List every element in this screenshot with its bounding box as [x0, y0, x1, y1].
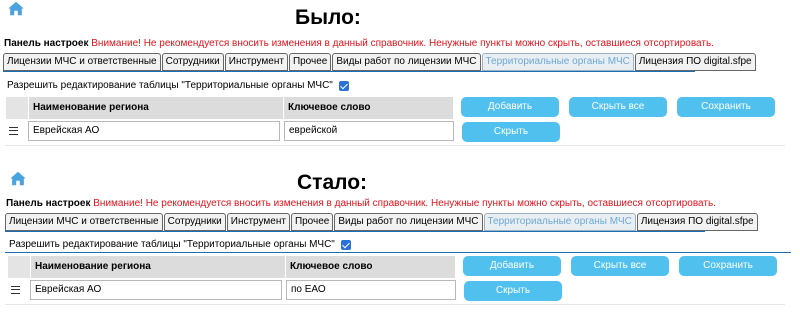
tab-other[interactable]: Прочее	[290, 213, 334, 231]
tab-employees[interactable]: Сотрудники	[163, 213, 226, 231]
keyword-input[interactable]: по ЕАО	[286, 280, 456, 300]
tab-bar: Лицензии МЧС и ответственные Сотрудники …	[3, 53, 757, 71]
tab-other[interactable]: Прочее	[288, 53, 332, 71]
hide-all-button[interactable]: Скрыть все	[569, 97, 667, 117]
tab-underline	[3, 71, 695, 72]
allow-edit-checkbox[interactable]	[340, 239, 351, 250]
tab-tools[interactable]: Инструмент	[224, 53, 288, 71]
region-input[interactable]: Еврейская АО	[30, 280, 282, 300]
panel-label: Панель настроек	[6, 198, 91, 209]
tab-employees[interactable]: Сотрудники	[161, 53, 224, 71]
tab-software-license[interactable]: Лицензия ПО digital.sfpe	[636, 213, 758, 231]
section-after: Стало: Панель настроек Внимание! Не реко…	[0, 168, 800, 317]
save-button[interactable]: Сохранить	[677, 97, 775, 117]
tab-territorial-bodies[interactable]: Территориальные органы МЧС	[481, 53, 634, 71]
allow-edit-row: Разрешить редактирование таблицы "Террит…	[7, 80, 349, 91]
section-title: Стало:	[297, 171, 368, 194]
save-button[interactable]: Сохранить	[679, 256, 777, 276]
tab-licenses[interactable]: Лицензии МЧС и ответственные	[3, 53, 161, 71]
add-button[interactable]: Добавить	[461, 97, 559, 117]
section-before: Было: Панель настроек Внимание! Не реком…	[0, 0, 800, 150]
warning-text: Внимание! Не рекомендуется вносить измен…	[91, 38, 714, 49]
panel-label: Панель настроек	[4, 38, 89, 49]
tab-software-license[interactable]: Лицензия ПО digital.sfpe	[634, 53, 756, 71]
keyword-input[interactable]: еврейской	[284, 121, 454, 141]
tab-underline	[5, 231, 705, 232]
home-icon[interactable]	[9, 170, 27, 188]
header-handle-cell	[6, 97, 28, 119]
tab-bar: Лицензии МЧС и ответственные Сотрудники …	[5, 213, 759, 231]
header-handle-cell	[8, 256, 30, 278]
row-divider	[5, 304, 785, 305]
allow-edit-checkbox[interactable]	[338, 80, 349, 91]
warning-text: Внимание! Не рекомендуется вносить измен…	[93, 198, 716, 209]
hide-all-button[interactable]: Скрыть все	[571, 256, 669, 276]
section-title: Было:	[295, 6, 361, 29]
tab-tools[interactable]: Инструмент	[226, 213, 290, 231]
hide-row-button[interactable]: Скрыть	[464, 281, 562, 301]
tab-work-types[interactable]: Виды работ по лицензии МЧС	[334, 213, 483, 231]
add-button[interactable]: Добавить	[463, 256, 561, 276]
section-divider	[5, 252, 791, 253]
column-header-region: Наименование региона	[30, 256, 285, 278]
column-header-keyword: Ключевое слово	[283, 97, 453, 119]
region-input[interactable]: Еврейская АО	[28, 121, 280, 141]
tab-work-types[interactable]: Виды работ по лицензии МЧС	[332, 53, 481, 71]
allow-edit-label: Разрешить редактирование таблицы "Террит…	[7, 80, 333, 91]
settings-panel-header: Панель настроек Внимание! Не рекомендует…	[4, 38, 714, 49]
hide-row-button[interactable]: Скрыть	[462, 122, 560, 142]
column-header-keyword: Ключевое слово	[285, 256, 455, 278]
tab-territorial-bodies[interactable]: Территориальные органы МЧС	[483, 213, 636, 231]
allow-edit-label: Разрешить редактирование таблицы "Террит…	[9, 239, 335, 250]
settings-panel-header: Панель настроек Внимание! Не рекомендует…	[6, 198, 716, 209]
drag-handle-icon[interactable]	[9, 127, 18, 135]
home-icon[interactable]	[7, 0, 25, 18]
allow-edit-row: Разрешить редактирование таблицы "Террит…	[9, 239, 351, 250]
column-header-region: Наименование региона	[28, 97, 283, 119]
tab-licenses[interactable]: Лицензии МЧС и ответственные	[5, 213, 163, 231]
row-divider	[5, 145, 785, 146]
drag-handle-icon[interactable]	[11, 286, 20, 294]
